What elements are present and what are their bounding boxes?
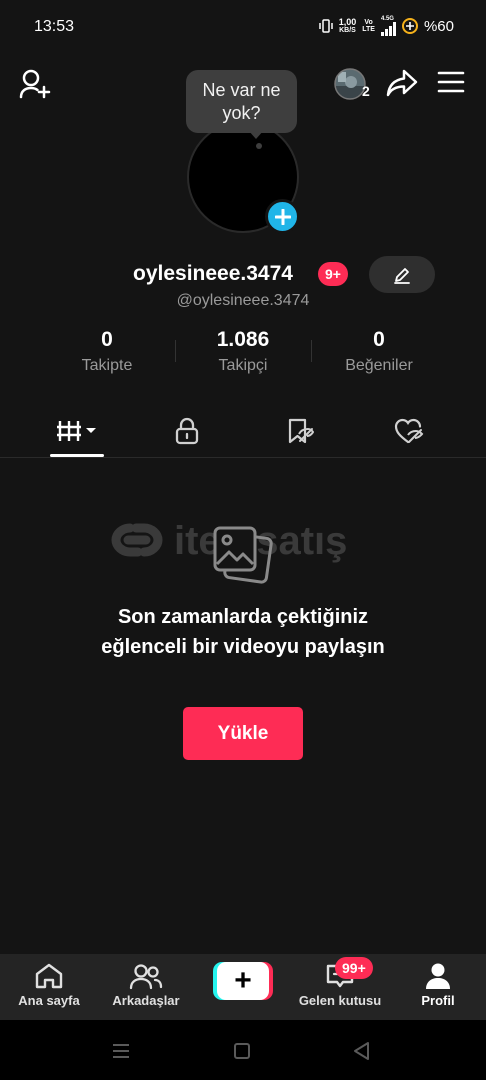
- stat-followers[interactable]: 1.086 Takipçi: [173, 328, 313, 375]
- profile-icon: [426, 963, 450, 989]
- bookmark-hidden-icon: [288, 418, 314, 444]
- inbox-badge: 99+: [335, 957, 373, 979]
- stat-following-label: Takipte: [81, 357, 133, 374]
- upload-button[interactable]: Yükle: [183, 707, 303, 760]
- nav-friends[interactable]: Arkadaşlar: [102, 954, 190, 1020]
- pencil-icon: [394, 267, 410, 284]
- user-handle: @oylesineee.3474: [176, 292, 310, 309]
- share-arrow-icon: [386, 69, 418, 97]
- status-icons: 1,00 KB/S Vo LTE 4.5G %60: [318, 16, 454, 36]
- tab-favorites[interactable]: [269, 408, 331, 454]
- heart-hidden-icon: [394, 418, 424, 444]
- note-bubble-dot: [256, 143, 262, 149]
- nav-profile[interactable]: Profil: [400, 954, 476, 1020]
- stat-followers-label: Takipçi: [218, 357, 268, 374]
- empty-state-message: Son zamanlarda çektiğiniz eğlenceli bir …: [101, 606, 385, 658]
- tabs-divider: [0, 457, 486, 458]
- lock-icon: [175, 417, 199, 445]
- nav-home[interactable]: Ana sayfa: [6, 954, 92, 1020]
- note-bubble[interactable]: Ne var ne yok?: [186, 70, 297, 133]
- hamburger-menu-icon: [437, 71, 465, 93]
- empty-photos-icon: [211, 524, 273, 591]
- tab-liked[interactable]: [378, 408, 440, 454]
- recents-icon[interactable]: [111, 1043, 131, 1059]
- add-avatar-button[interactable]: [265, 199, 300, 234]
- create-plus-icon: +: [217, 962, 269, 1000]
- edit-profile-button[interactable]: [369, 256, 435, 293]
- stat-likes-label: Beğeniler: [345, 357, 413, 374]
- stat-likes[interactable]: 0 Beğeniler: [309, 328, 449, 375]
- menu-button[interactable]: [434, 66, 468, 98]
- status-bar: 13:53 1,00 KB/S Vo LTE 4.5G %60: [0, 0, 486, 54]
- add-friend-button[interactable]: [16, 66, 54, 102]
- stat-following-value: 0: [101, 328, 113, 351]
- nav-home-label: Ana sayfa: [18, 993, 80, 1008]
- net-speed: 1,00 KB/S: [338, 17, 357, 35]
- tab-videos[interactable]: [46, 408, 108, 454]
- story-avatar-button[interactable]: 2: [333, 67, 373, 103]
- system-nav-bar: [0, 1020, 486, 1080]
- share-profile-button[interactable]: [383, 64, 421, 102]
- signal-icon: 4.5G: [380, 16, 396, 36]
- stat-following[interactable]: 0 Takipte: [37, 328, 177, 375]
- volte-indicator: Vo LTE: [362, 19, 375, 33]
- home-square-icon[interactable]: [233, 1042, 251, 1060]
- note-bubble-tail: [248, 130, 264, 139]
- nav-profile-label: Profil: [421, 993, 455, 1008]
- add-user-icon: [19, 69, 51, 99]
- friends-icon: [129, 964, 163, 990]
- tab-private[interactable]: [156, 408, 218, 454]
- plus-icon: [274, 208, 291, 225]
- username: oylesineee.3474: [133, 262, 293, 285]
- username-badge[interactable]: 9+: [318, 262, 348, 286]
- nav-inbox-label: Gelen kutusu: [298, 993, 382, 1008]
- battery-saver-icon: [401, 18, 418, 34]
- create-button[interactable]: +: [213, 962, 273, 1000]
- stat-followers-value: 1.086: [216, 328, 270, 351]
- grid-icon: [57, 421, 96, 441]
- home-icon: [35, 963, 63, 989]
- stat-likes-value: 0: [373, 328, 385, 351]
- story-count: 2: [362, 83, 370, 99]
- vibrate-icon: [318, 19, 333, 33]
- nav-friends-label: Arkadaşlar: [112, 993, 180, 1008]
- back-triangle-icon[interactable]: [352, 1041, 370, 1061]
- status-time: 13:53: [34, 18, 75, 35]
- battery-level: %60: [423, 17, 454, 35]
